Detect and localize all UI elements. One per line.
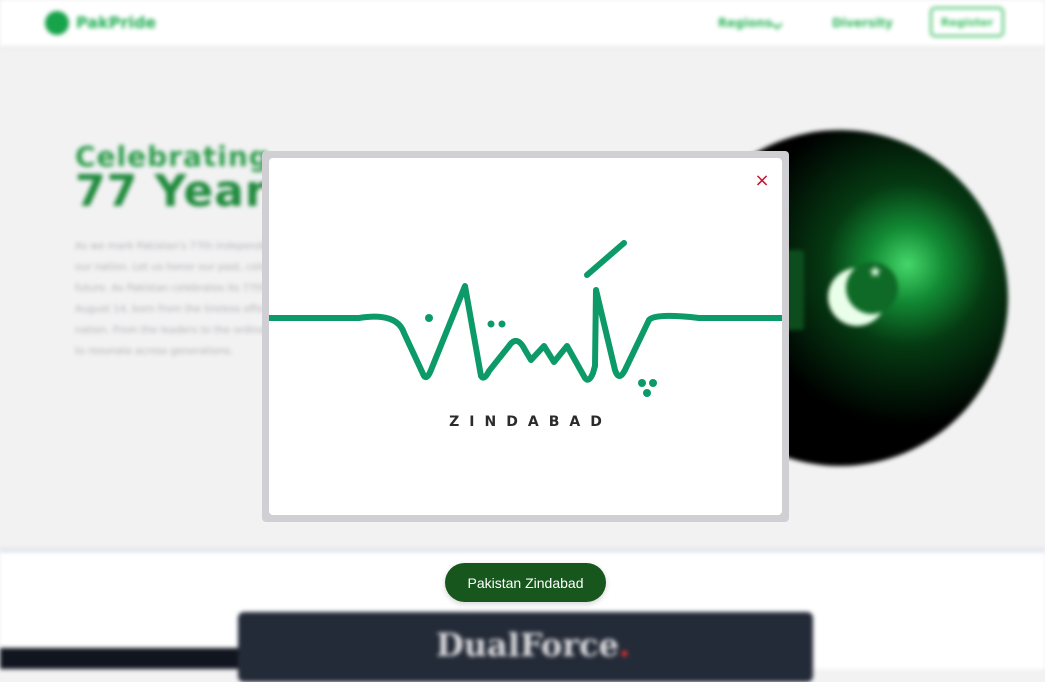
modal-content: × ZINDABAD xyxy=(269,158,782,515)
zindabad-caption: ZINDABAD xyxy=(449,414,612,430)
chevron-down-icon[interactable] xyxy=(771,18,783,30)
close-icon[interactable]: × xyxy=(752,171,772,191)
sponsor-logo-dot: . xyxy=(618,626,631,664)
star-icon: ★ xyxy=(868,262,883,281)
pakistan-zindabad-calligraphy-art xyxy=(269,240,782,397)
dark-footer-strip xyxy=(0,648,260,669)
nav-regions-link[interactable]: Regions xyxy=(718,16,772,30)
nav-diversity-link[interactable]: Diversity xyxy=(832,16,893,30)
sponsor-logo-text: DualForce xyxy=(436,626,619,664)
pakistan-zindabad-button[interactable]: Pakistan Zindabad xyxy=(445,563,606,602)
register-button[interactable]: Register xyxy=(930,7,1004,37)
brand-name[interactable]: PakPride xyxy=(76,13,156,32)
top-nav: PakPride Regions Diversity Register xyxy=(0,0,1045,46)
modal-dialog: × ZINDABAD xyxy=(262,151,789,522)
sponsor-logo: DualForce. xyxy=(436,626,630,664)
brand-logo-icon[interactable] xyxy=(45,11,69,35)
